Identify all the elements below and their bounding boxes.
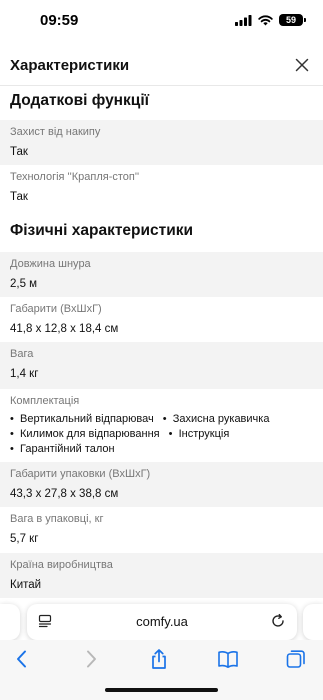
section-title: Фізичні характеристики: [10, 222, 194, 239]
package-contents-list: Вертикальний відпарювач Захисна рукавичк…: [10, 412, 313, 457]
list-item: Килимок для відпарювання: [10, 427, 160, 442]
status-icons: 59: [235, 14, 306, 26]
spec-row: Технологія ''Крапля-стоп'' Так: [0, 165, 323, 210]
share-icon[interactable]: [148, 648, 170, 670]
spec-value: Китай: [10, 579, 42, 591]
list-item: Вертикальний відпарювач: [10, 412, 154, 427]
spec-label: Захист від накипу: [10, 126, 101, 138]
reload-icon[interactable]: [270, 613, 286, 629]
list-item: Гарантійний талон: [10, 442, 115, 457]
home-indicator: [105, 688, 218, 692]
page-title: Характеристики: [10, 57, 130, 74]
spec-value: Так: [10, 191, 28, 203]
close-icon[interactable]: [293, 56, 311, 74]
spec-value: Так: [10, 146, 28, 158]
spec-row: Вага 1,4 кг: [0, 342, 323, 389]
status-bar: 09:59 59: [0, 0, 323, 44]
spec-row: Габарити упаковки (ВхШхГ) 43,3 x 27,8 x …: [0, 462, 323, 507]
list-item: Інструкція: [169, 427, 230, 442]
specs-content: Додаткові функції Захист від накипу Так …: [0, 86, 323, 598]
spec-value: 5,7 кг: [10, 533, 39, 545]
spec-row: Захист від накипу Так: [0, 120, 323, 165]
battery-icon: 59: [279, 14, 306, 26]
next-tab-preview[interactable]: [303, 604, 323, 640]
spec-label: Довжина шнура: [10, 258, 91, 270]
spec-label: Вага: [10, 348, 34, 360]
status-time: 09:59: [40, 12, 79, 29]
address-bar[interactable]: comfy.ua: [27, 604, 297, 640]
back-icon[interactable]: [11, 648, 33, 670]
spec-row: Довжина шнура 2,5 м: [0, 252, 323, 297]
section-title: Додаткові функції: [10, 92, 150, 109]
spec-value: 41,8 x 12,8 x 18,4 см: [10, 323, 119, 335]
sheet-header: Характеристики: [0, 44, 323, 86]
browser-toolbar: [0, 640, 323, 700]
spec-value: 43,3 x 27,8 x 38,8 см: [10, 488, 119, 500]
wifi-icon: [258, 14, 273, 25]
spec-label: Комплектація: [10, 395, 80, 407]
spec-row: Габарити (ВхШхГ) 41,8 x 12,8 x 18,4 см: [0, 297, 323, 342]
spec-label: Технологія ''Крапля-стоп'': [10, 171, 140, 183]
spec-label: Вага в упаковці, кг: [10, 513, 104, 525]
forward-icon[interactable]: [80, 648, 102, 670]
spec-row: Вага в упаковці, кг 5,7 кг: [0, 507, 323, 553]
list-item: Захисна рукавичка: [163, 412, 270, 427]
spec-label: Габарити (ВхШхГ): [10, 303, 102, 315]
spec-label: Країна виробництва: [10, 559, 113, 571]
spec-row: Комплектація Вертикальний відпарювач Зах…: [0, 389, 323, 462]
tabs-icon[interactable]: [285, 648, 307, 670]
bookmarks-icon[interactable]: [217, 648, 239, 670]
cellular-signal-icon: [235, 14, 252, 26]
url-text: comfy.ua: [136, 614, 188, 629]
spec-row: Країна виробництва Китай: [0, 553, 323, 598]
spec-value: 2,5 м: [10, 278, 38, 290]
previous-tab-preview[interactable]: [0, 604, 20, 640]
spec-value: 1,4 кг: [10, 368, 39, 380]
spec-label: Габарити упаковки (ВхШхГ): [10, 468, 151, 480]
